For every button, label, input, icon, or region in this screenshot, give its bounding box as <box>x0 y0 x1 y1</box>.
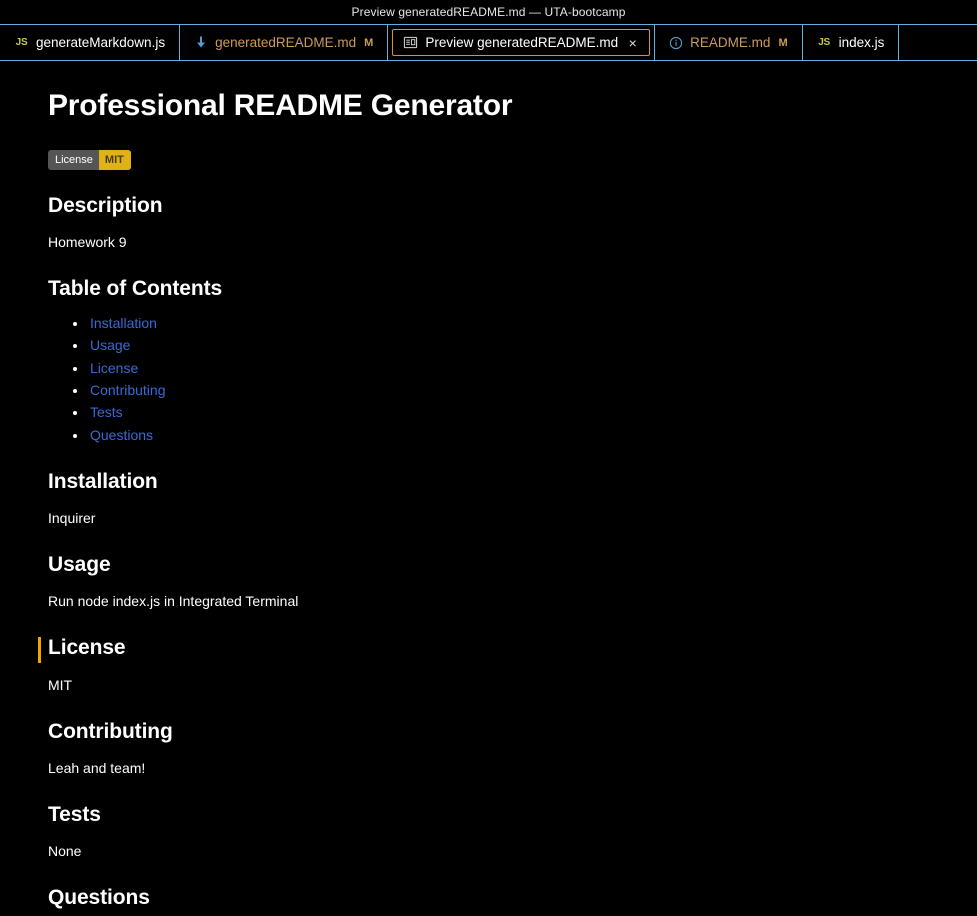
heading-license-label: License <box>48 636 126 660</box>
preview-icon <box>403 35 418 50</box>
js-file-icon: JS <box>15 37 28 48</box>
toc-link-contributing[interactable]: Contributing <box>90 382 166 398</box>
text-installation: Inquirer <box>48 510 96 527</box>
toc-link-questions[interactable]: Questions <box>90 427 153 443</box>
toc-link-license[interactable]: License <box>90 360 138 376</box>
tab-preview-generatedREADME-md[interactable]: Preview generatedREADME.md × <box>388 25 656 60</box>
window-title: Preview generatedREADME.md — UTA-bootcam… <box>351 5 626 19</box>
list-item: Usage <box>88 334 937 356</box>
page-title: Professional README Generator <box>48 89 513 122</box>
tab-label: README.md <box>690 35 771 50</box>
license-badge-wrap: License MIT <box>48 149 937 170</box>
tab-label: generateMarkdown.js <box>36 35 166 50</box>
text-contributing: Leah and team! <box>48 760 146 777</box>
list-item: License <box>88 357 937 379</box>
list-item: Contributing <box>88 379 937 401</box>
heading-installation: Installation <box>48 469 158 493</box>
scroll-sync-marker <box>38 637 41 664</box>
window-titlebar: Preview generatedREADME.md — UTA-bootcam… <box>0 0 977 24</box>
tab-README-md[interactable]: README.md M <box>655 25 803 60</box>
heading-tests: Tests <box>48 803 101 827</box>
tab-bar-empty-space <box>899 25 977 60</box>
heading-table-of-contents: Table of Contents <box>48 276 223 300</box>
heading-description: Description <box>48 193 163 217</box>
tab-label: Preview generatedREADME.md <box>425 35 619 50</box>
tab-generateMarkdown-js[interactable]: JS generateMarkdown.js <box>0 25 181 60</box>
heading-contributing: Contributing <box>48 719 173 743</box>
editor-tab-bar: JS generateMarkdown.js generatedREADME.m… <box>0 24 977 61</box>
tab-dirty-indicator: M <box>364 36 374 49</box>
markdown-preview-pane[interactable]: Professional README Generator License MI… <box>0 61 977 916</box>
license-badge-label: License <box>48 149 99 170</box>
tab-label: generatedREADME.md <box>215 35 357 50</box>
heading-usage: Usage <box>48 553 111 577</box>
toc-link-installation[interactable]: Installation <box>90 315 157 331</box>
list-item: Tests <box>88 401 937 423</box>
text-license: MIT <box>48 676 73 693</box>
close-icon[interactable]: × <box>625 35 640 50</box>
list-item: Questions <box>88 424 937 446</box>
tab-dirty-indicator: M <box>778 36 788 49</box>
js-file-icon: JS <box>818 37 831 48</box>
license-badge: License MIT <box>48 149 131 170</box>
heading-license: License <box>38 634 937 664</box>
tab-label: index.js <box>838 35 885 50</box>
text-usage: Run node index.js in Integrated Terminal <box>48 593 299 610</box>
markdown-download-icon <box>194 35 208 50</box>
toc-link-usage[interactable]: Usage <box>90 337 130 353</box>
text-description: Homework 9 <box>48 233 127 250</box>
tab-generatedREADME-md[interactable]: generatedREADME.md M <box>180 25 389 60</box>
text-tests: None <box>48 843 82 860</box>
info-circle-icon <box>669 36 683 50</box>
table-of-contents-list: Installation Usage License Contributing … <box>48 312 937 446</box>
heading-questions: Questions <box>48 886 150 910</box>
toc-link-tests[interactable]: Tests <box>90 404 123 420</box>
list-item: Installation <box>88 312 937 334</box>
tab-index-js[interactable]: JS index.js <box>802 25 900 60</box>
license-badge-value: MIT <box>98 149 131 170</box>
